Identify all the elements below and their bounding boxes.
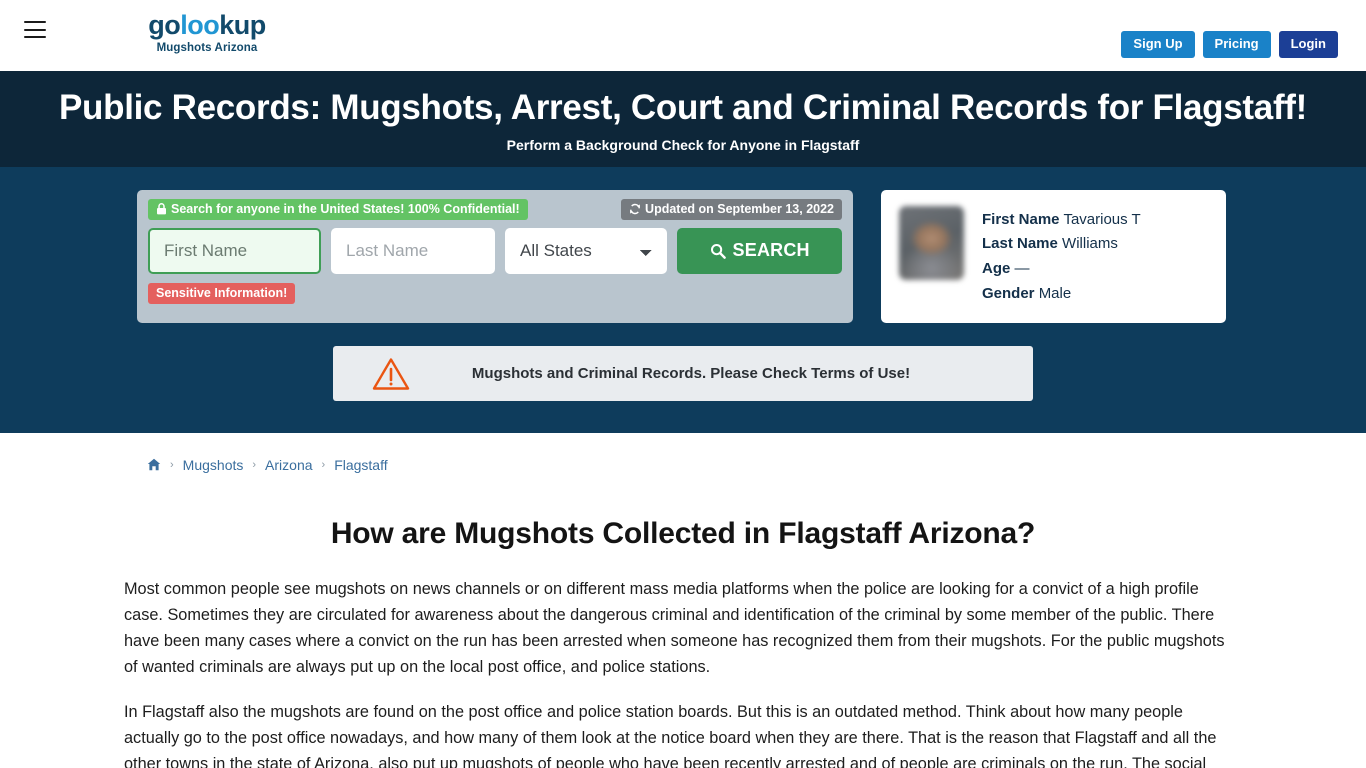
- breadcrumb-item-mugshots[interactable]: Mugshots: [183, 457, 244, 473]
- search-fields-row: All States SEARCH: [148, 227, 842, 274]
- hamburger-line: [24, 36, 46, 38]
- last-updated-label: Updated on September 13, 2022: [645, 201, 834, 216]
- article-paragraph-1: Most common people see mugshots on news …: [124, 579, 1225, 676]
- breadcrumb: › Mugshots › Arizona › Flagstaff: [0, 433, 1366, 473]
- hero-body: Search for anyone in the United States! …: [0, 166, 1366, 433]
- logo-text-part2: loo: [180, 10, 220, 40]
- article-paragraph-2: In Flagstaff also the mugshots are found…: [124, 702, 1217, 768]
- search-and-result-row: Search for anyone in the United States! …: [0, 189, 1366, 324]
- hamburger-menu-icon[interactable]: [24, 21, 46, 38]
- person-detail-row: Age —: [982, 257, 1141, 282]
- confidential-badge-label: Search for anyone in the United States! …: [171, 201, 520, 216]
- logo-subtitle: Mugshots Arizona: [156, 42, 258, 54]
- sign-up-button[interactable]: Sign Up: [1121, 31, 1195, 59]
- warning-triangle-icon: [372, 357, 410, 390]
- terms-warning-wrapper: Mugshots and Criminal Records. Please Ch…: [0, 346, 1366, 402]
- page-title: Public Records: Mugshots, Arrest, Court …: [58, 88, 1308, 127]
- breadcrumb-separator: ›: [170, 458, 174, 471]
- person-details: First Name Tavarious T Last Name William…: [982, 206, 1141, 308]
- last-updated-badge: Updated on September 13, 2022: [621, 198, 842, 220]
- site-logo[interactable]: golookup Mugshots Arizona: [137, 12, 277, 55]
- panel-badge-row: Search for anyone in the United States! …: [148, 198, 842, 220]
- age-label: Age: [982, 260, 1011, 278]
- gender-value: Male: [1038, 285, 1072, 303]
- person-detail-row: Gender Male: [982, 282, 1141, 307]
- age-value: —: [1014, 260, 1030, 278]
- terms-warning-bar: Mugshots and Criminal Records. Please Ch…: [333, 346, 1033, 402]
- logo-wordmark: golookup: [137, 12, 277, 39]
- article-heading: How are Mugshots Collected in Flagstaff …: [330, 516, 1036, 550]
- first-name-input[interactable]: [148, 227, 321, 274]
- home-icon[interactable]: [147, 458, 161, 471]
- hamburger-line: [24, 28, 46, 31]
- gender-label: Gender: [982, 285, 1035, 303]
- search-button-label: SEARCH: [732, 240, 810, 260]
- breadcrumb-separator: ›: [252, 458, 257, 471]
- top-navigation-bar: golookup Mugshots Arizona Sign Up Pricin…: [0, 0, 1366, 71]
- person-detail-row: Last Name Williams: [982, 232, 1141, 257]
- nav-action-buttons: Sign Up Pricing Login: [1121, 31, 1338, 59]
- first-name-label: First Name: [982, 210, 1060, 228]
- last-name-value: Williams: [1062, 235, 1118, 253]
- refresh-icon: [630, 203, 641, 214]
- page-subtitle: Perform a Background Check for Anyone in…: [506, 136, 860, 153]
- state-select[interactable]: All States: [505, 227, 668, 274]
- first-name-value: Tavarious T: [1063, 210, 1141, 228]
- hero-title-band: Public Records: Mugshots, Arrest, Court …: [0, 71, 1366, 167]
- sensitive-information-badge: Sensitive Information!: [148, 282, 296, 304]
- confidential-badge: Search for anyone in the United States! …: [148, 198, 528, 220]
- last-name-input[interactable]: [331, 227, 495, 274]
- main-content: › Mugshots › Arizona › Flagstaff How are…: [0, 433, 1366, 768]
- avatar: [899, 205, 964, 280]
- terms-warning-text: Mugshots and Criminal Records. Please Ch…: [471, 365, 911, 383]
- breadcrumb-item-flagstaff[interactable]: Flagstaff: [334, 457, 387, 473]
- person-result-card[interactable]: First Name Tavarious T Last Name William…: [881, 189, 1226, 324]
- search-button[interactable]: SEARCH: [677, 227, 842, 274]
- login-button[interactable]: Login: [1278, 31, 1338, 59]
- breadcrumb-item-arizona[interactable]: Arizona: [265, 457, 312, 473]
- person-detail-row: First Name Tavarious T: [982, 208, 1141, 233]
- logo-text-part1: go: [148, 10, 181, 40]
- sensitive-badge-row: Sensitive Information!: [148, 282, 842, 304]
- breadcrumb-separator: ›: [321, 458, 326, 471]
- lock-icon: [157, 202, 166, 214]
- hamburger-line: [24, 21, 46, 23]
- last-name-label: Last Name: [982, 235, 1058, 253]
- search-icon: [710, 243, 726, 259]
- logo-text-part3: kup: [219, 10, 266, 40]
- search-panel: Search for anyone in the United States! …: [137, 189, 853, 324]
- pricing-button[interactable]: Pricing: [1202, 31, 1271, 59]
